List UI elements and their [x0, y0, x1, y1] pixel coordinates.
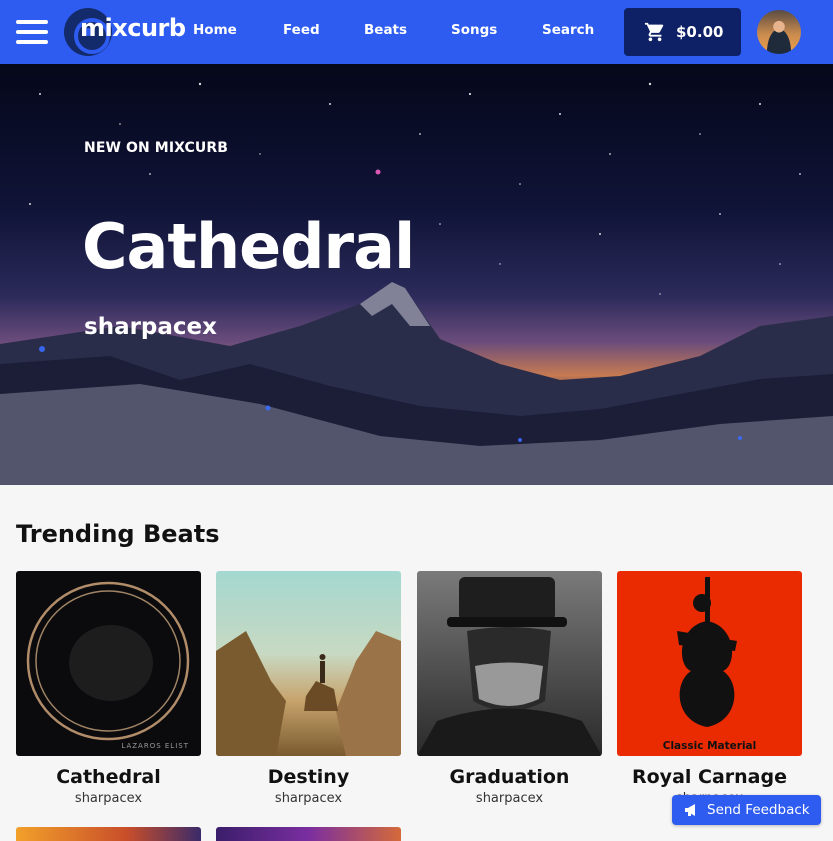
beat-cover-image: Classic Material — [617, 571, 802, 756]
beat-title[interactable]: Cathedral — [16, 766, 201, 788]
nav-link-songs[interactable]: Songs — [451, 22, 497, 38]
trending-beats-heading: Trending Beats — [16, 520, 220, 548]
beat-artist[interactable]: sharpacex — [417, 791, 602, 806]
beat-artist[interactable]: sharpacex — [216, 791, 401, 806]
hamburger-menu-icon[interactable] — [16, 20, 48, 44]
user-avatar[interactable] — [757, 10, 801, 54]
mixcurb-logo[interactable]: mixcurb — [64, 8, 186, 56]
hero-kicker: NEW ON MIXCURB — [84, 140, 229, 156]
beat-artist[interactable]: sharpacex — [16, 791, 201, 806]
beat-title[interactable]: Destiny — [216, 766, 401, 788]
beat-card[interactable]: Destiny sharpacex — [216, 571, 401, 806]
hero-title[interactable]: Cathedral — [82, 210, 415, 283]
cart-total: $0.00 — [676, 23, 724, 41]
beat-title[interactable]: Royal Carnage — [617, 766, 802, 788]
beat-title[interactable]: Graduation — [417, 766, 602, 788]
beat-cover-image: LAZAROS ELIST — [16, 571, 201, 756]
beat-cover-image[interactable] — [216, 827, 401, 841]
nav-link-feed[interactable]: Feed — [283, 22, 320, 38]
beat-card[interactable]: Graduation sharpacex — [417, 571, 602, 806]
cart-button[interactable]: $0.00 — [624, 8, 741, 56]
beat-cover-image[interactable] — [16, 827, 201, 841]
nav-link-home[interactable]: Home — [193, 22, 237, 38]
nav-link-beats[interactable]: Beats — [364, 22, 407, 38]
logo-text: mixcurb — [80, 14, 186, 42]
megaphone-icon — [685, 804, 695, 816]
hero-banner[interactable]: NEW ON MIXCURB Cathedral sharpacex — [0, 64, 833, 485]
beat-card[interactable]: LAZAROS ELIST Cathedral sharpacex — [16, 571, 201, 806]
beat-cover-caption: Classic Material — [662, 740, 757, 752]
beat-card[interactable]: Classic Material Royal Carnage sharpacex — [617, 571, 802, 806]
shopping-cart-icon — [644, 22, 664, 42]
nav-link-search[interactable]: Search — [542, 22, 594, 38]
top-nav: mixcurb Home Feed Beats Songs Search $0.… — [0, 0, 833, 64]
send-feedback-label: Send Feedback — [707, 802, 810, 818]
beat-cover-image — [417, 571, 602, 756]
send-feedback-button[interactable]: Send Feedback — [672, 795, 821, 825]
beat-cover-caption: LAZAROS ELIST — [121, 742, 189, 750]
hero-artist[interactable]: sharpacex — [84, 314, 217, 340]
beat-cover-image — [216, 571, 401, 756]
